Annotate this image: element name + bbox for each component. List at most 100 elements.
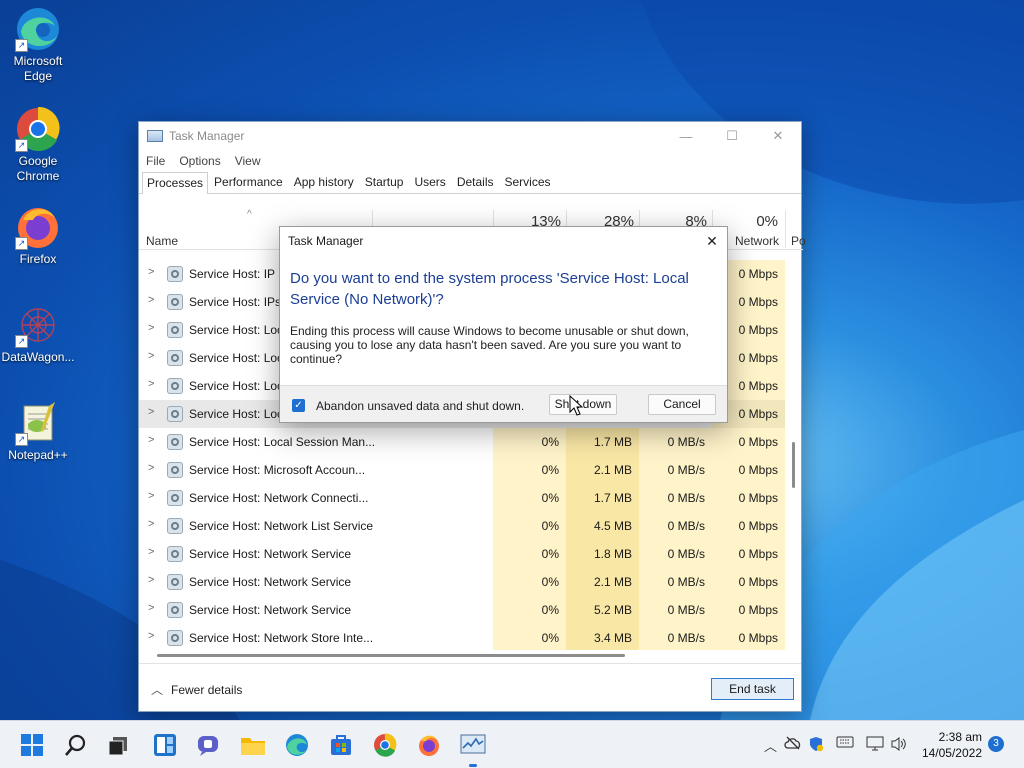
- tab-performance[interactable]: Performance: [209, 171, 288, 193]
- cpu-cell: 0%: [493, 540, 566, 568]
- end-task-button[interactable]: End task: [711, 678, 794, 700]
- process-name: Service Host: Loc: [189, 351, 284, 365]
- cpu-cell: 0%: [493, 484, 566, 512]
- tab-bar: Processes Performance App history Startu…: [139, 172, 801, 194]
- service-gear-icon: [167, 266, 183, 282]
- cpu-cell: 0%: [493, 596, 566, 624]
- process-name: Service Host: Loc: [189, 407, 284, 421]
- table-row[interactable]: > Service Host: Network Service 0% 1.8 M…: [139, 540, 785, 568]
- tab-details[interactable]: Details: [452, 171, 499, 193]
- onedrive-icon[interactable]: [784, 736, 802, 753]
- widgets-icon[interactable]: [151, 731, 179, 759]
- dialog-title-bar[interactable]: Task Manager ✕: [280, 227, 727, 255]
- process-name: Service Host: Network Connecti...: [189, 491, 369, 505]
- tab-app-history[interactable]: App history: [289, 171, 359, 193]
- tab-startup[interactable]: Startup: [360, 171, 409, 193]
- service-gear-icon: [167, 462, 183, 478]
- teams-chat-icon[interactable]: [194, 731, 222, 759]
- network-cell: 0 Mbps: [712, 484, 785, 512]
- disk-cell: 0 MB/s: [639, 456, 712, 484]
- expand-chevron-icon[interactable]: >: [148, 518, 154, 530]
- expand-chevron-icon[interactable]: >: [148, 546, 154, 558]
- menu-view[interactable]: View: [235, 154, 269, 168]
- desktop-icon-firefox[interactable]: ↗ Firefox: [0, 204, 76, 267]
- vertical-scrollbar[interactable]: [792, 442, 795, 488]
- cpu-cell: 0%: [493, 456, 566, 484]
- cancel-button[interactable]: Cancel: [648, 394, 716, 415]
- keyboard-icon[interactable]: [836, 736, 854, 751]
- desktop-icon-notepadpp[interactable]: ↗ Notepad++: [0, 400, 76, 463]
- service-gear-icon: [167, 574, 183, 590]
- shut-down-button[interactable]: Shut down: [549, 394, 617, 415]
- expand-chevron-icon[interactable]: >: [148, 434, 154, 446]
- process-name: Service Host: Local Session Man...: [189, 435, 376, 449]
- maximize-button[interactable]: ☐: [709, 122, 755, 150]
- process-name: Service Host: Network Service: [189, 575, 352, 589]
- tab-processes[interactable]: Processes: [142, 172, 209, 194]
- file-explorer-icon[interactable]: [239, 731, 267, 759]
- header-name[interactable]: Name: [146, 234, 178, 248]
- volume-icon[interactable]: [890, 736, 908, 755]
- expand-chevron-icon[interactable]: >: [148, 322, 154, 334]
- table-row[interactable]: > Service Host: Network Connecti... 0% 1…: [139, 484, 785, 512]
- security-shield-icon[interactable]: [808, 736, 824, 755]
- expand-chevron-icon[interactable]: >: [148, 602, 154, 614]
- table-row[interactable]: > Service Host: Network List Service 0% …: [139, 512, 785, 540]
- edge-icon[interactable]: [283, 731, 311, 759]
- tab-users[interactable]: Users: [409, 171, 450, 193]
- abandon-data-checkbox[interactable]: ✓: [292, 399, 305, 412]
- expand-chevron-icon[interactable]: >: [148, 630, 154, 642]
- notification-badge[interactable]: 3: [988, 736, 1004, 752]
- process-name: Service Host: Network List Service: [189, 519, 374, 533]
- header-power[interactable]: Po: [791, 234, 806, 248]
- expand-chevron-icon[interactable]: >: [148, 490, 154, 502]
- dialog-close-icon[interactable]: ✕: [697, 233, 727, 250]
- expand-chevron-icon[interactable]: >: [148, 266, 154, 278]
- process-name: Service Host: Loc: [189, 323, 284, 337]
- service-gear-icon: [167, 490, 183, 506]
- task-manager-icon[interactable]: [459, 731, 487, 767]
- table-row[interactable]: > Service Host: Network Service 0% 2.1 M…: [139, 568, 785, 596]
- desktop-icon-chrome[interactable]: ↗ Google Chrome: [0, 106, 76, 184]
- column-divider[interactable]: [785, 210, 786, 248]
- dialog-heading: Do you want to end the system process 'S…: [290, 270, 689, 308]
- process-name: Service Host: Network Store Inte...: [189, 631, 374, 645]
- start-icon[interactable]: [18, 731, 46, 759]
- expand-chevron-icon[interactable]: >: [148, 350, 154, 362]
- close-button[interactable]: ✕: [755, 122, 801, 150]
- chrome-icon[interactable]: [371, 731, 399, 759]
- title-bar[interactable]: Task Manager — ☐ ✕: [139, 122, 801, 150]
- table-row[interactable]: > Service Host: Microsoft Accoun... 0% 2…: [139, 456, 785, 484]
- expand-chevron-icon[interactable]: >: [148, 462, 154, 474]
- menu-file[interactable]: File: [146, 154, 173, 168]
- fewer-details-button[interactable]: ︿ Fewer details: [151, 681, 242, 698]
- memory-cell: 2.1 MB: [566, 568, 639, 596]
- expand-chevron-icon[interactable]: >: [148, 574, 154, 586]
- horizontal-scrollbar[interactable]: [157, 654, 625, 657]
- table-row[interactable]: > Service Host: Network Service 0% 5.2 M…: [139, 596, 785, 624]
- cpu-cell: 0%: [493, 428, 566, 456]
- search-icon[interactable]: [62, 731, 90, 759]
- expand-chevron-icon[interactable]: >: [148, 294, 154, 306]
- clock-date: 14/05/2022: [921, 746, 982, 760]
- firefox-icon: ↗: [15, 204, 61, 250]
- clock[interactable]: 2:38 am 14/05/2022: [922, 729, 982, 761]
- datawagon-icon: ↗: [15, 302, 61, 348]
- disk-cell: 0 MB/s: [639, 484, 712, 512]
- desktop-icon-datawagon[interactable]: ↗ DataWagon...: [0, 302, 76, 365]
- desktop-icon-edge[interactable]: ↗ Microsoft Edge: [0, 6, 76, 84]
- network-icon[interactable]: [866, 736, 884, 755]
- menu-options[interactable]: Options: [179, 154, 228, 168]
- store-icon[interactable]: [327, 731, 355, 759]
- expand-chevron-icon[interactable]: >: [148, 378, 154, 390]
- table-row[interactable]: > Service Host: Network Store Inte... 0%…: [139, 624, 785, 650]
- firefox-icon[interactable]: [415, 731, 443, 759]
- minimize-button[interactable]: —: [663, 122, 709, 150]
- checkbox-label[interactable]: Abandon unsaved data and shut down.: [316, 399, 524, 413]
- task-view-icon[interactable]: [104, 731, 132, 759]
- chevron-up-icon[interactable]: ︿: [764, 736, 777, 755]
- table-row[interactable]: > Service Host: Local Session Man... 0% …: [139, 428, 785, 456]
- expand-chevron-icon[interactable]: >: [148, 406, 154, 418]
- tab-services[interactable]: Services: [500, 171, 556, 193]
- desktop-icon-label: Notepad++: [8, 448, 68, 462]
